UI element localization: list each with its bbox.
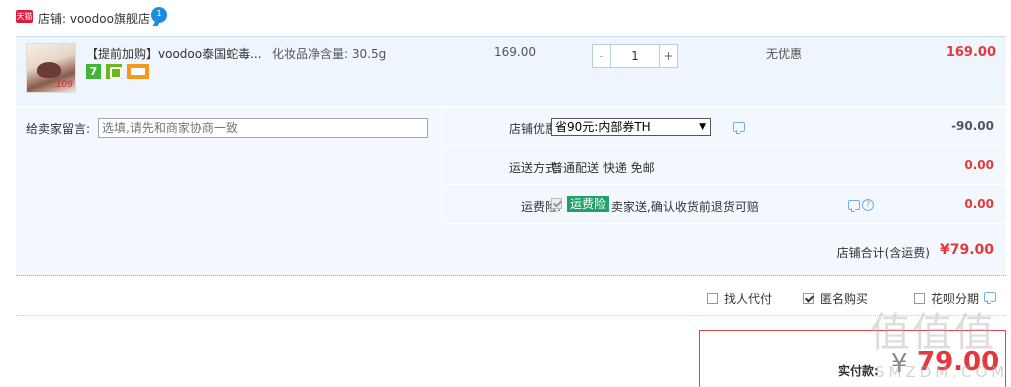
shop-coupon-row: 店铺优惠: 省90元:内部券TH ▼ -90.00 <box>443 108 1006 146</box>
tmall-logo-icon: 天猫 <box>16 10 33 23</box>
shop-total-value: ¥79.00 <box>939 242 994 258</box>
anonymous-label: 匿名购买 <box>820 292 869 306</box>
insurance-amount: 0.00 <box>964 197 994 211</box>
seller-message-input[interactable] <box>98 118 428 138</box>
product-spec: 化妆品净含量: 30.5g <box>272 47 387 61</box>
product-thumbnail[interactable]: .109 <box>26 43 76 93</box>
insurance-text: 卖家送,确认收货前退货可赔 <box>611 200 759 214</box>
quantity-input[interactable] <box>610 44 660 68</box>
insurance-checkbox <box>551 198 562 209</box>
order-item-row: .109 【提前加购】voodoo泰国蛇毒... 化妆品净含量: 30.5g 7… <box>16 36 1006 106</box>
shop-header: 天猫 店铺: voodoo旗舰店 1 <box>0 0 1011 34</box>
proxy-pay-option[interactable]: 找人代付 <box>707 290 772 307</box>
shipping-method: 普通配送 快递 免邮 <box>551 161 655 175</box>
thumbnail-tag: .109 <box>52 80 73 90</box>
unit-price: 169.00 <box>494 45 536 59</box>
insurance-badge: 运费险 <box>567 196 610 212</box>
wangwang-badge: 1 <box>156 9 162 18</box>
shop-coupon-select[interactable]: 省90元:内部券TH ▼ <box>551 118 711 136</box>
chevron-down-icon: ▼ <box>699 122 706 132</box>
shipping-row: 运送方式: 普通配送 快递 免邮 0.00 <box>443 147 1006 185</box>
product-image-shape <box>37 62 61 78</box>
order-options: 给卖家留言: 店铺优惠: 省90元:内部券TH ▼ -90.00 运送方式: 普… <box>16 108 1006 226</box>
coupon-chat-icon[interactable] <box>733 122 745 134</box>
proxy-pay-label: 找人代付 <box>724 292 773 306</box>
authentic-guarantee-icon[interactable] <box>106 64 122 79</box>
insurance-row: 运费险: 运费险 卖家送,确认收货前退货可赔 ? 0.00 <box>443 186 1006 224</box>
quantity-decrease-button[interactable]: - <box>592 44 611 68</box>
watermark-text: SMZDM.COM <box>875 363 1009 381</box>
quantity-increase-button[interactable]: + <box>659 44 678 68</box>
shop-name-link[interactable]: 店铺: voodoo旗舰店 <box>38 10 150 27</box>
shop-coupon-selected: 省90元:内部券TH <box>555 120 651 134</box>
quantity-stepper: - + <box>592 44 678 68</box>
proxy-pay-checkbox[interactable] <box>707 293 718 304</box>
payment-label: 实付款: <box>838 364 879 378</box>
anonymous-option[interactable]: 匿名购买 <box>803 290 868 307</box>
seller-message-cell: 给卖家留言: <box>16 108 442 226</box>
product-title-link[interactable]: 【提前加购】voodoo泰国蛇毒... <box>86 45 262 62</box>
credit-card-icon[interactable] <box>127 64 149 79</box>
shop-total-row: 店铺合计(含运费) ¥79.00 <box>16 226 1006 276</box>
shop-coupon-amount: -90.00 <box>951 119 994 133</box>
seller-message-label: 给卖家留言: <box>26 122 91 136</box>
shipping-amount: 0.00 <box>964 158 994 172</box>
wangwang-chat-icon[interactable]: 1 <box>151 7 167 23</box>
seven-day-return-icon[interactable]: 7 <box>86 64 101 79</box>
anonymous-checkbox[interactable] <box>803 293 814 304</box>
insurance-chat-icon[interactable] <box>848 200 860 212</box>
watermark-logo: 值值值 <box>870 310 996 356</box>
extra-options: 找人代付 匿名购买 花呗分期 <box>16 276 1006 316</box>
shop-total-label: 店铺合计(含运费) <box>836 246 930 260</box>
item-subtotal: 169.00 <box>945 45 996 60</box>
item-discount: 无优惠 <box>766 47 803 61</box>
help-icon[interactable]: ? <box>862 199 874 211</box>
